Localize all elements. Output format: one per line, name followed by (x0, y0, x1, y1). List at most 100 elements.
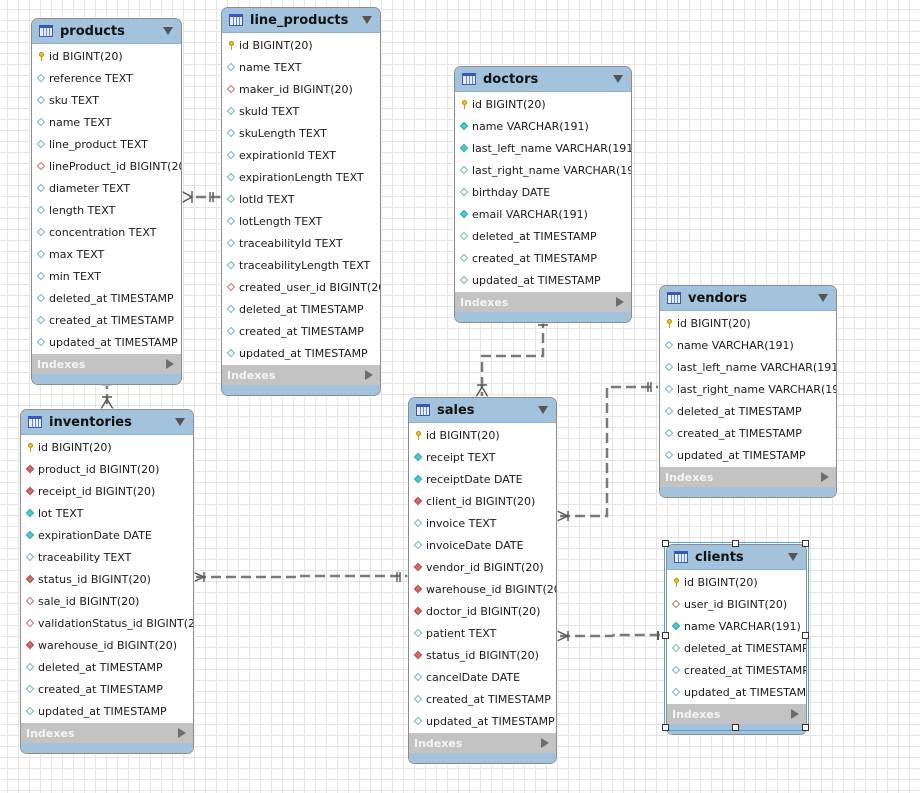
entity-doctors[interactable]: doctors id BIGINT(20) name VARCHAR(191) la… (454, 66, 632, 323)
column-row[interactable]: updated_at TIMESTAMP (21, 700, 193, 722)
column-row[interactable]: deleted_at TIMESTAMP (32, 287, 181, 309)
column-row[interactable]: created_user_id BIGINT(20) (222, 276, 380, 298)
indexes-section[interactable]: Indexes (21, 723, 193, 743)
indexes-section[interactable]: Indexes (222, 365, 380, 385)
column-row[interactable]: name VARCHAR(191) (660, 334, 836, 356)
column-row[interactable]: name TEXT (32, 111, 181, 133)
er-diagram-canvas[interactable]: products id BIGINT(20) reference TEXT sku … (0, 0, 920, 793)
column-row[interactable]: name TEXT (222, 56, 380, 78)
indexes-section[interactable]: Indexes (660, 467, 836, 487)
column-row[interactable]: last_right_name VARCHAR(191) (660, 378, 836, 400)
indexes-section[interactable]: Indexes (409, 733, 556, 753)
column-row[interactable]: length TEXT (32, 199, 181, 221)
entity-sales[interactable]: sales id BIGINT(20) receipt TEXT receiptDa… (408, 397, 557, 764)
column-row[interactable]: lotId TEXT (222, 188, 380, 210)
collapse-triangle-icon[interactable] (175, 418, 185, 426)
column-row[interactable]: traceability TEXT (21, 546, 193, 568)
collapse-triangle-icon[interactable] (538, 406, 548, 414)
resize-handle-left[interactable] (662, 632, 669, 639)
column-row[interactable]: id BIGINT(20) (21, 436, 193, 458)
column-row[interactable]: updated_at TIMESTAMP (667, 681, 806, 703)
resize-handle-top[interactable] (732, 540, 739, 547)
column-row[interactable]: invoiceDate DATE (409, 534, 556, 556)
entity-header[interactable]: vendors (660, 286, 836, 311)
column-row[interactable]: user_id BIGINT(20) (667, 593, 806, 615)
column-row[interactable]: traceabilityLength TEXT (222, 254, 380, 276)
column-row[interactable]: lineProduct_id BIGINT(20) (32, 155, 181, 177)
column-row[interactable]: line_product TEXT (32, 133, 181, 155)
column-row[interactable]: product_id BIGINT(20) (21, 458, 193, 480)
collapse-triangle-icon[interactable] (613, 75, 623, 83)
expand-triangle-icon[interactable] (178, 728, 186, 738)
column-row[interactable]: lotLength TEXT (222, 210, 380, 232)
rel-sales-vendors[interactable] (556, 382, 658, 522)
collapse-triangle-icon[interactable] (163, 27, 173, 35)
column-row[interactable]: traceabilityId TEXT (222, 232, 380, 254)
entity-header[interactable]: clients (667, 545, 806, 570)
column-row[interactable]: deleted_at TIMESTAMP (222, 298, 380, 320)
column-row[interactable]: last_right_name VARCHAR(191) (455, 159, 631, 181)
column-row[interactable]: email VARCHAR(191) (455, 203, 631, 225)
indexes-section[interactable]: Indexes (32, 354, 181, 374)
column-row[interactable]: updated_at TIMESTAMP (660, 444, 836, 466)
expand-triangle-icon[interactable] (616, 297, 624, 307)
column-row[interactable]: created_at TIMESTAMP (32, 309, 181, 331)
expand-triangle-icon[interactable] (365, 370, 373, 380)
column-row[interactable]: skuLength TEXT (222, 122, 380, 144)
column-row[interactable]: created_at TIMESTAMP (667, 659, 806, 681)
collapse-triangle-icon[interactable] (362, 16, 372, 24)
column-row[interactable]: created_at TIMESTAMP (21, 678, 193, 700)
column-row[interactable]: min TEXT (32, 265, 181, 287)
column-row[interactable]: validationStatus_id BIGINT(20) (21, 612, 193, 634)
column-row[interactable]: name VARCHAR(191) (455, 115, 631, 137)
column-row[interactable]: max TEXT (32, 243, 181, 265)
resize-handle-top-left[interactable] (662, 540, 669, 547)
entity-header[interactable]: line_products (222, 8, 380, 33)
column-row[interactable]: client_id BIGINT(20) (409, 490, 556, 512)
column-row[interactable]: deleted_at TIMESTAMP (455, 225, 631, 247)
resize-handle-top-right[interactable] (802, 540, 809, 547)
entity-inventories[interactable]: inventories id BIGINT(20) product_id BIGI… (20, 409, 194, 754)
column-row[interactable]: last_left_name VARCHAR(191) (660, 356, 836, 378)
column-row[interactable]: name VARCHAR(191) (667, 615, 806, 637)
column-row[interactable]: birthday DATE (455, 181, 631, 203)
column-row[interactable]: created_at TIMESTAMP (455, 247, 631, 269)
resize-handle-bottom-right[interactable] (802, 724, 809, 731)
column-row[interactable]: concentration TEXT (32, 221, 181, 243)
column-row[interactable]: sku TEXT (32, 89, 181, 111)
column-row[interactable]: invoice TEXT (409, 512, 556, 534)
column-row[interactable]: doctor_id BIGINT(20) (409, 600, 556, 622)
column-row[interactable]: id BIGINT(20) (667, 571, 806, 593)
column-row[interactable]: expirationId TEXT (222, 144, 380, 166)
column-row[interactable]: receipt TEXT (409, 446, 556, 468)
entity-header[interactable]: doctors (455, 67, 631, 92)
expand-triangle-icon[interactable] (821, 472, 829, 482)
column-row[interactable]: cancelDate DATE (409, 666, 556, 688)
column-row[interactable]: expirationDate DATE (21, 524, 193, 546)
column-row[interactable]: created_at TIMESTAMP (660, 422, 836, 444)
column-row[interactable]: diameter TEXT (32, 177, 181, 199)
resize-handle-bottom[interactable] (732, 724, 739, 731)
column-row[interactable]: status_id BIGINT(20) (409, 644, 556, 666)
column-row[interactable]: updated_at TIMESTAMP (455, 269, 631, 291)
column-row[interactable]: id BIGINT(20) (455, 93, 631, 115)
entity-header[interactable]: products (32, 19, 181, 44)
column-row[interactable]: id BIGINT(20) (660, 312, 836, 334)
column-row[interactable]: reference TEXT (32, 67, 181, 89)
column-row[interactable]: deleted_at TIMESTAMP (21, 656, 193, 678)
entity-vendors[interactable]: vendors id BIGINT(20) name VARCHAR(191) la… (659, 285, 837, 498)
indexes-section[interactable]: Indexes (667, 704, 806, 724)
entity-header[interactable]: inventories (21, 410, 193, 435)
column-row[interactable]: updated_at TIMESTAMP (32, 331, 181, 353)
column-row[interactable]: lot TEXT (21, 502, 193, 524)
column-row[interactable]: id BIGINT(20) (32, 45, 181, 67)
column-row[interactable]: last_left_name VARCHAR(191) (455, 137, 631, 159)
entity-line-products[interactable]: line_products id BIGINT(20) name TEXT make… (221, 7, 381, 396)
column-row[interactable]: receipt_id BIGINT(20) (21, 480, 193, 502)
rel-sales-doctors[interactable] (475, 318, 548, 398)
column-row[interactable]: warehouse_id BIGINT(20) (409, 578, 556, 600)
column-row[interactable]: skuId TEXT (222, 100, 380, 122)
column-row[interactable]: receiptDate DATE (409, 468, 556, 490)
column-row[interactable]: deleted_at TIMESTAMP (667, 637, 806, 659)
entity-clients[interactable]: clients id BIGINT(20) user_id BIGINT(20) n… (666, 544, 807, 735)
